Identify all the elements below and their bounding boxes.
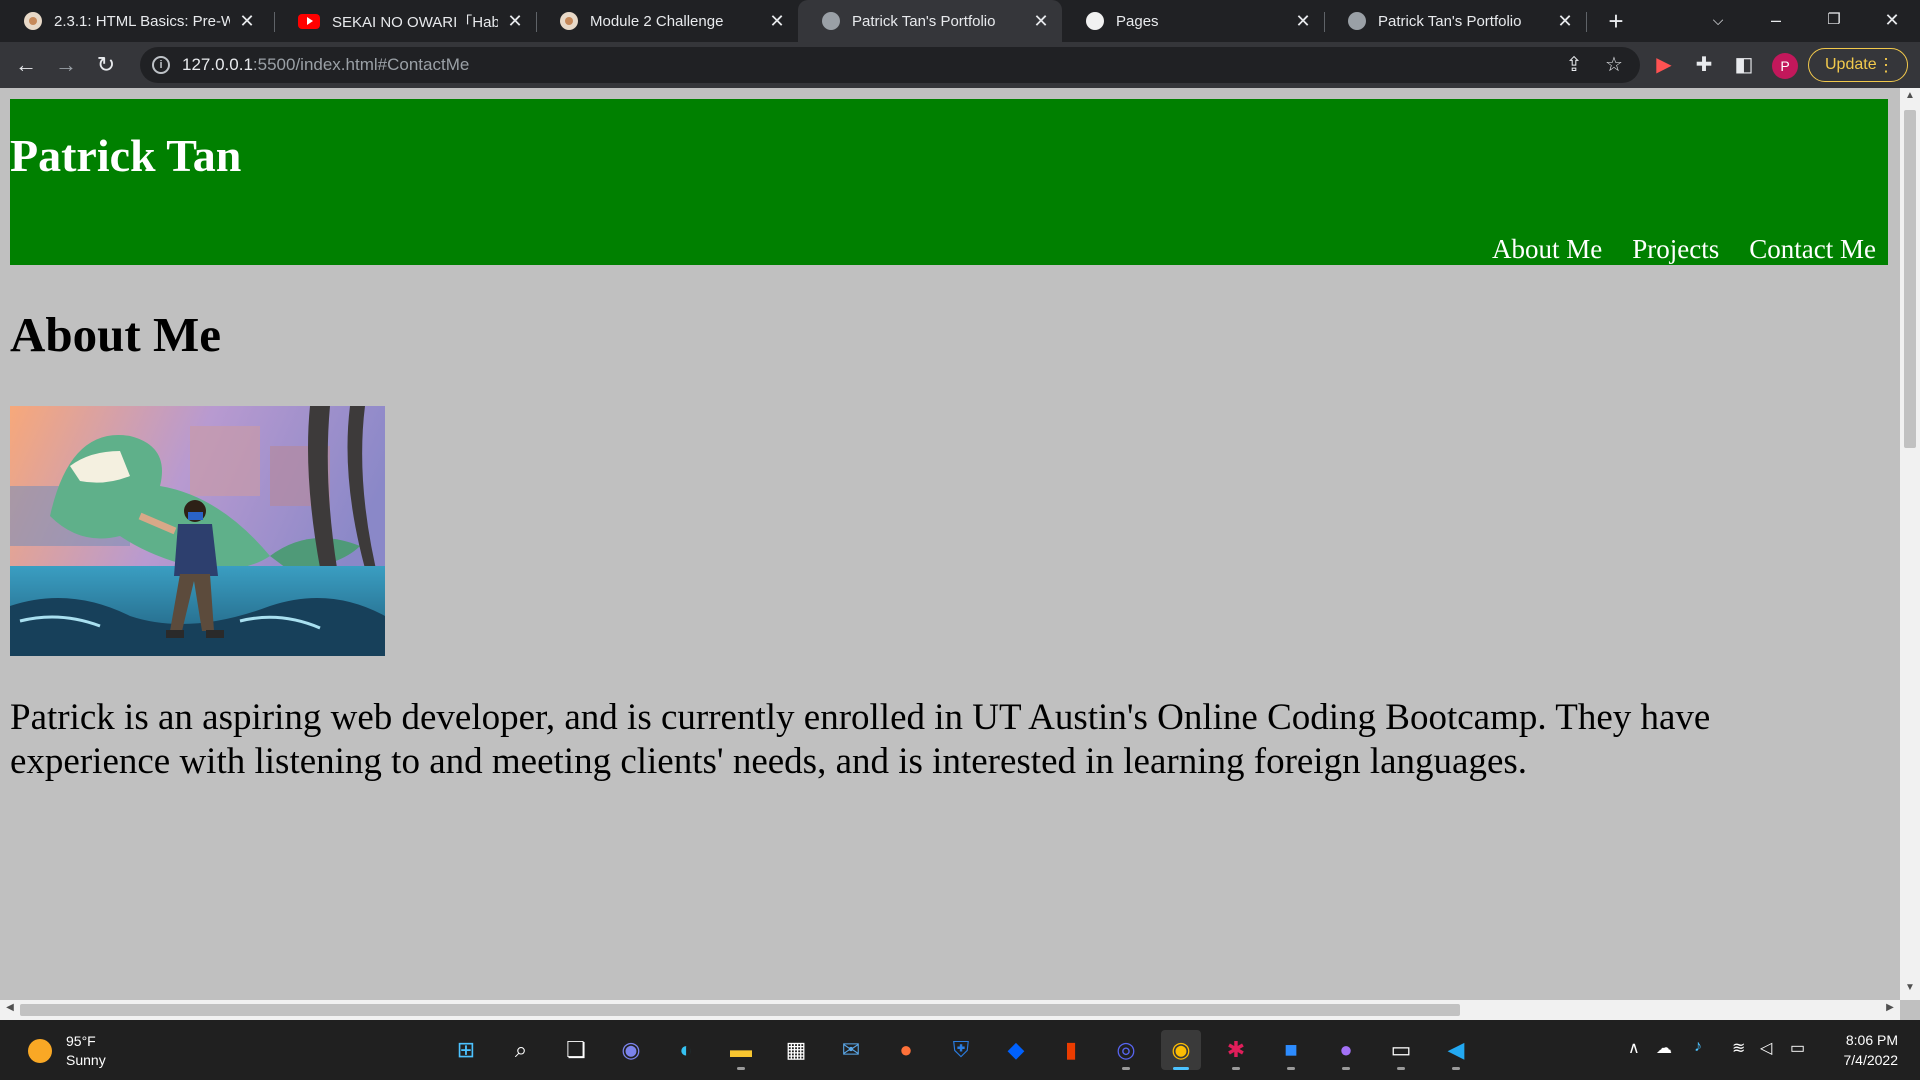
vertical-scrollbar[interactable]: ▲ ▼ <box>1900 88 1920 1000</box>
weather-temp: 95°F <box>66 1033 96 1049</box>
bookmark-star-icon[interactable]: ☆ <box>1598 47 1630 83</box>
task-view-icon[interactable]: ❏ <box>556 1030 596 1070</box>
vscode-icon[interactable]: ◀ <box>1436 1030 1476 1070</box>
site-info-icon[interactable]: i <box>152 56 170 74</box>
address-bar[interactable]: i 127.0.0.1:5500/index.html#ContactMe ⇪ … <box>140 47 1640 83</box>
windows-start-icon[interactable]: ⊞ <box>446 1030 486 1070</box>
extensions-puzzle-icon[interactable]: ✚ <box>1688 49 1720 81</box>
tab-title: Patrick Tan's Portfolio <box>1378 12 1522 30</box>
nav-link-about-me[interactable]: About Me <box>1492 234 1602 265</box>
nav-link-contact-me[interactable]: Contact Me <box>1749 234 1876 265</box>
new-tab-button[interactable]: + <box>1600 5 1632 37</box>
restore-icon[interactable]: ❐ <box>1806 0 1862 40</box>
window-close-icon[interactable]: ✕ <box>1864 0 1920 40</box>
mail-icon[interactable]: ✉ <box>831 1030 871 1070</box>
browser-toolbar: ← → ↻ i 127.0.0.1:5500/index.html#Contac… <box>0 42 1920 88</box>
horizontal-scroll-thumb[interactable] <box>20 1004 1460 1016</box>
page-viewport: Patrick Tan About Me Projects Contact Me… <box>0 88 1920 1020</box>
teams-chat-icon[interactable]: ◉ <box>611 1030 651 1070</box>
horizontal-scrollbar[interactable]: ◀ ▶ <box>0 1000 1900 1020</box>
weather-condition: Sunny <box>66 1052 106 1068</box>
url-path: :5500/index.html#ContactMe <box>252 55 470 74</box>
section-title-about-me: About Me <box>10 307 221 362</box>
tab-title: SEKAI NO OWARI「Habit」- <box>332 13 498 31</box>
extension-icon[interactable]: ▶ <box>1648 49 1680 81</box>
bio-paragraph: Patrick is an aspiring web developer, an… <box>10 697 1711 782</box>
office-icon[interactable]: ▮ <box>1051 1030 1091 1070</box>
search-icon[interactable]: ⌕ <box>501 1030 541 1070</box>
side-panel-icon[interactable]: ◧ <box>1728 49 1760 81</box>
tab-sekai-no-owari[interactable]: SEKAI NO OWARI「Habit」- ✕ <box>274 0 536 42</box>
minimize-icon[interactable]: – <box>1748 0 1804 40</box>
back-icon[interactable]: ← <box>10 49 42 81</box>
volume-icon[interactable]: ◁ <box>1760 1038 1772 1058</box>
tab-title: Module 2 Challenge <box>590 12 724 30</box>
tab-separator <box>1586 12 1587 32</box>
globe-icon <box>1348 12 1366 30</box>
site-title: Patrick Tan <box>10 130 242 181</box>
wifi-icon[interactable]: ≋ <box>1732 1038 1745 1058</box>
youtube-icon <box>298 13 320 29</box>
update-button[interactable]: Update ⋮ <box>1808 48 1908 82</box>
forward-icon[interactable]: → <box>50 49 82 81</box>
microphone-icon[interactable]: ♪ <box>1694 1038 1702 1056</box>
vertical-scroll-thumb[interactable] <box>1904 110 1916 448</box>
tab-strip: 2.3.1: HTML Basics: Pre-Wor ✕ SEKAI NO O… <box>0 0 1920 42</box>
clock-time: 8:06 PM <box>1845 1032 1898 1048</box>
github-desktop-icon[interactable]: ● <box>1326 1030 1366 1070</box>
zoom-icon[interactable]: ■ <box>1271 1030 1311 1070</box>
site-header: Patrick Tan About Me Projects Contact Me <box>10 99 1888 265</box>
nav-link-projects[interactable]: Projects <box>1632 234 1719 265</box>
weather-widget[interactable]: 95°F Sunny <box>28 1032 106 1070</box>
battery-icon[interactable]: ▭ <box>1790 1038 1805 1058</box>
firefox-icon[interactable]: ● <box>886 1030 926 1070</box>
scroll-right-arrow-icon[interactable]: ▶ <box>1882 1002 1898 1018</box>
tab-portfolio-active[interactable]: Patrick Tan's Portfolio ✕ <box>798 0 1062 42</box>
onedrive-icon[interactable]: ☁ <box>1656 1038 1672 1058</box>
close-icon[interactable]: ✕ <box>1032 11 1050 32</box>
terminal-icon[interactable]: ▭ <box>1381 1030 1421 1070</box>
tab-title: 2.3.1: HTML Basics: Pre-Wor <box>54 12 230 30</box>
profile-avatar[interactable]: P <box>1772 53 1798 79</box>
globe-icon <box>822 12 840 30</box>
reload-icon[interactable]: ↻ <box>90 49 122 81</box>
site-nav: About Me Projects Contact Me <box>1492 234 1876 265</box>
tab-portfolio-2[interactable]: Patrick Tan's Portfolio ✕ <box>1324 0 1586 42</box>
clock-date: 7/4/2022 <box>1843 1052 1899 1068</box>
tab-title: Pages <box>1116 12 1159 30</box>
system-clock[interactable]: 8:06 PM 7/4/2022 <box>1844 1030 1899 1070</box>
tab-module-2-challenge[interactable]: Module 2 Challenge ✕ <box>536 0 798 42</box>
discord-icon[interactable]: ◎ <box>1106 1030 1146 1070</box>
scroll-up-arrow-icon[interactable]: ▲ <box>1900 90 1920 106</box>
close-icon[interactable]: ✕ <box>506 11 524 32</box>
tray-overflow-icon[interactable]: ∧ <box>1628 1038 1640 1058</box>
file-explorer-icon[interactable]: ▬ <box>721 1030 761 1070</box>
scroll-down-arrow-icon[interactable]: ▼ <box>1900 982 1920 998</box>
close-icon[interactable]: ✕ <box>1294 11 1312 32</box>
url-host: 127.0.0.1 <box>182 55 253 74</box>
tab-html-basics[interactable]: 2.3.1: HTML Basics: Pre-Wor ✕ <box>0 0 268 42</box>
edge-icon[interactable]: ◐ <box>666 1030 706 1070</box>
github-icon <box>1086 12 1104 30</box>
tab-search-icon[interactable]: ⌵ <box>1690 0 1746 40</box>
update-label: Update <box>1825 56 1877 73</box>
close-icon[interactable]: ✕ <box>1556 11 1574 32</box>
share-icon[interactable]: ⇪ <box>1558 47 1590 83</box>
sunny-weather-icon <box>28 1039 52 1063</box>
microsoft-store-icon[interactable]: ▦ <box>776 1030 816 1070</box>
windows-taskbar: 95°F Sunny ⊞ ⌕ ❏ ◉ ◐ ▬ ▦ ✉ ● ⛨ ◆ ▮ ◎ ◉ ✱… <box>0 1020 1920 1080</box>
tab-github-pages[interactable]: Pages ✕ <box>1062 0 1324 42</box>
dropbox-icon[interactable]: ◆ <box>996 1030 1036 1070</box>
close-icon[interactable]: ✕ <box>238 11 256 32</box>
slack-icon[interactable]: ✱ <box>1216 1030 1256 1070</box>
close-icon[interactable]: ✕ <box>768 11 786 32</box>
more-menu-icon[interactable]: ⋮ <box>1877 49 1895 81</box>
tab-title: Patrick Tan's Portfolio <box>852 12 996 30</box>
scroll-left-arrow-icon[interactable]: ◀ <box>2 1002 18 1018</box>
chrome-icon[interactable]: ◉ <box>1161 1030 1201 1070</box>
canvas-icon <box>24 12 42 30</box>
bitwarden-icon[interactable]: ⛨ <box>941 1030 981 1070</box>
profile-photo <box>10 406 385 656</box>
canvas-icon <box>560 12 578 30</box>
